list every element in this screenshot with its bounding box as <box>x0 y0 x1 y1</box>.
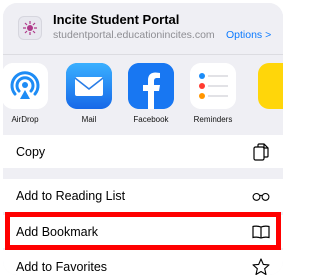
glasses-icon <box>252 187 270 205</box>
copy-action[interactable]: Copy <box>3 135 283 168</box>
app-facebook[interactable]: Facebook <box>121 63 181 124</box>
airdrop-icon <box>3 63 48 109</box>
share-header: Incite Student Portal studentportal.educ… <box>3 3 283 53</box>
site-favicon-icon <box>18 16 42 40</box>
app-mail[interactable]: Mail <box>59 63 119 124</box>
app-partial[interactable] <box>251 63 283 109</box>
book-icon <box>252 223 270 241</box>
app-label: Reminders <box>193 115 233 124</box>
app-label: AirDrop <box>11 115 39 124</box>
app-label: Facebook <box>133 115 169 124</box>
options-link[interactable]: Options > <box>226 29 271 41</box>
action-label: Copy <box>16 144 46 159</box>
copy-icon <box>252 142 270 161</box>
app-label: Mail <box>81 115 97 124</box>
site-url: studentportal.educationincites.com <box>53 29 215 41</box>
add-bookmark-action[interactable]: Add Bookmark <box>3 215 283 248</box>
partial-app-icon <box>258 63 283 109</box>
mail-icon <box>66 63 112 109</box>
share-sheet: Incite Student Portal studentportal.educ… <box>3 3 283 275</box>
reading-list-action[interactable]: Add to Reading List <box>3 179 283 212</box>
add-favorites-action[interactable]: Add to Favorites <box>3 250 283 275</box>
action-label: Add to Favorites <box>16 259 108 274</box>
app-row: AirDrop Mail Facebook Reminders <box>3 54 283 129</box>
facebook-icon <box>128 63 174 109</box>
site-title: Incite Student Portal <box>53 12 180 27</box>
action-label: Add to Reading List <box>16 188 126 203</box>
action-label: Add Bookmark <box>16 224 98 239</box>
reminders-icon <box>190 63 236 109</box>
app-airdrop[interactable]: AirDrop <box>3 63 55 124</box>
app-reminders[interactable]: Reminders <box>183 63 243 124</box>
star-icon <box>252 257 270 276</box>
